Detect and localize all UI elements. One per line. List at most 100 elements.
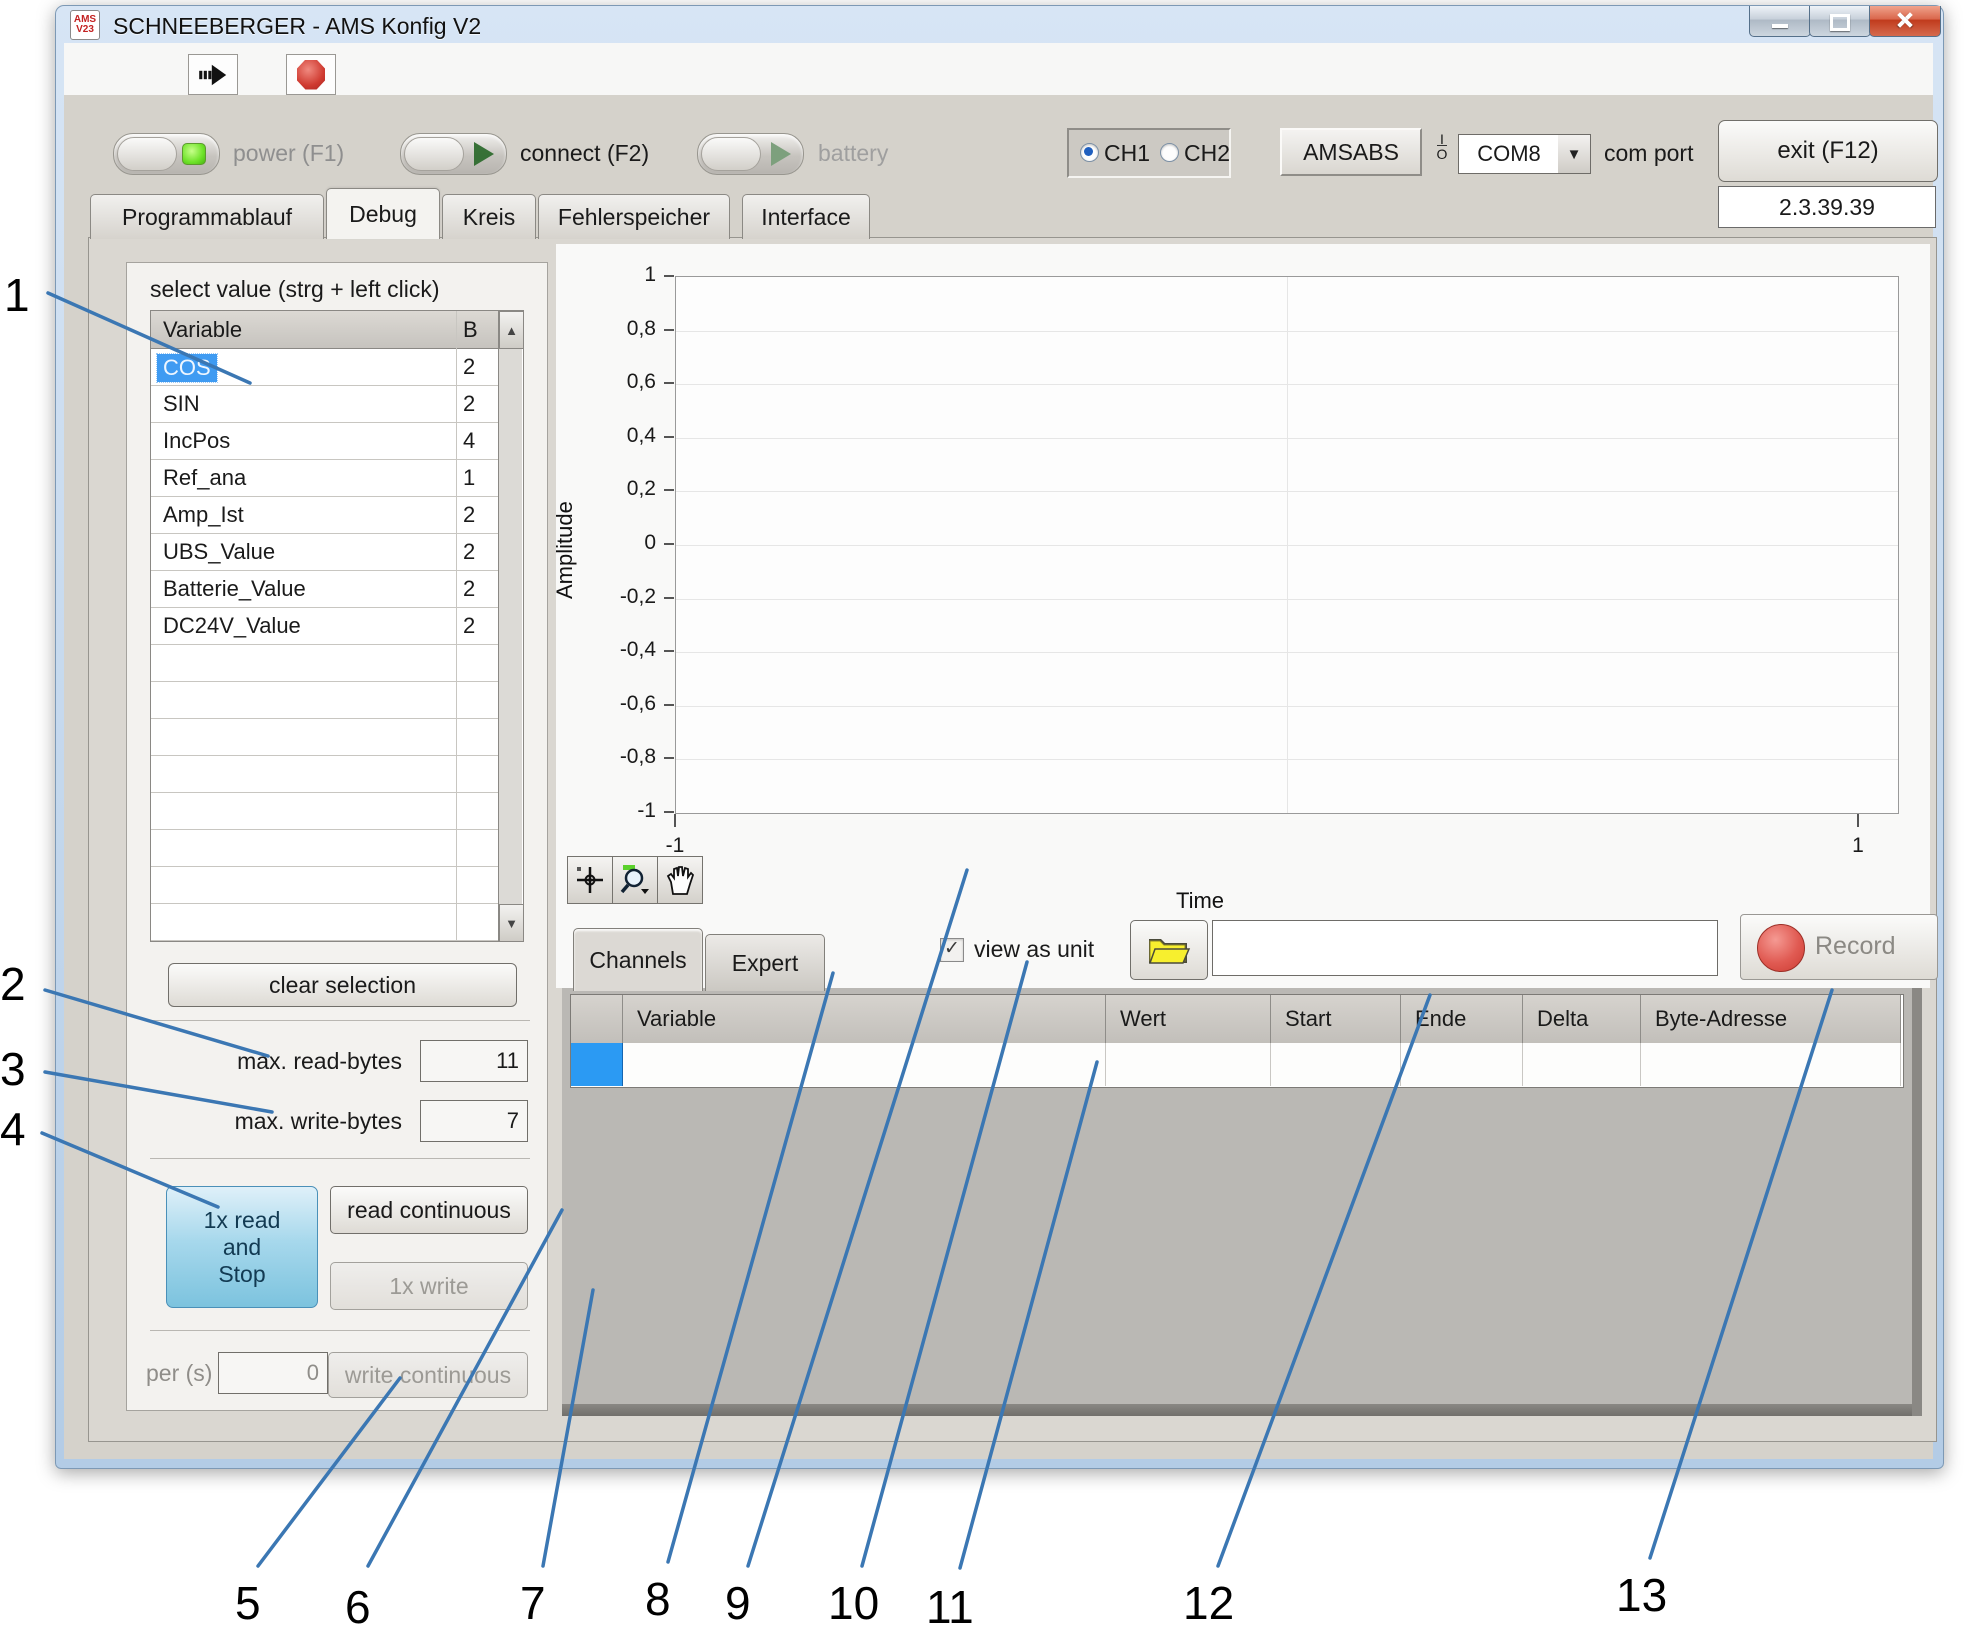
tab-fehlerspeicher[interactable]: Fehlerspeicher [538, 194, 730, 239]
abort-button[interactable] [286, 54, 336, 95]
connect-arrow-icon [474, 142, 494, 166]
power-toggle[interactable] [113, 133, 220, 175]
tab-kreis[interactable]: Kreis [442, 194, 536, 239]
titlebar[interactable]: AMSV23 SCHNEEBERGER - AMS Konfig V2 [63, 7, 1743, 43]
graph-zoom-tool[interactable] [612, 856, 658, 904]
graph-crosshair-tool[interactable] [567, 856, 613, 904]
write-once-button[interactable]: 1x write [330, 1262, 528, 1310]
tab-debug[interactable]: Debug [326, 188, 440, 239]
y-tick-mark [664, 436, 674, 438]
table-row-empty[interactable] [151, 793, 498, 830]
tab-channels[interactable]: Channels [573, 928, 703, 991]
record-button[interactable]: Record [1740, 914, 1938, 980]
toggle-knob [701, 137, 761, 171]
record-path-field[interactable] [1212, 920, 1718, 976]
com-port-value[interactable]: COM8 [1458, 134, 1560, 174]
table-cell[interactable] [623, 1043, 1106, 1086]
exit-button[interactable]: exit (F12) [1718, 120, 1938, 182]
table-cell[interactable] [1523, 1043, 1641, 1086]
y-tick-mark [664, 597, 674, 599]
toggle-knob [117, 137, 177, 171]
table-row-empty[interactable] [151, 867, 498, 904]
table-row-empty[interactable] [151, 904, 498, 941]
table-row-empty[interactable] [151, 645, 498, 682]
column-divider [456, 311, 457, 941]
minimize-button[interactable] [1749, 6, 1811, 37]
write-continuous-button[interactable]: write continuous [328, 1352, 528, 1398]
variable-name: Ref_ana [163, 465, 246, 491]
read-bytes-label: max. read-bytes [150, 1048, 402, 1075]
callout-number-3: 3 [0, 1042, 26, 1096]
power-label: power (F1) [233, 140, 344, 167]
view-as-unit-checkbox[interactable]: ✓ [940, 938, 964, 962]
table-row[interactable]: SIN2 [151, 386, 498, 423]
write-bytes-label: max. write-bytes [150, 1108, 402, 1135]
toggle-knob [404, 137, 464, 171]
ch2-radio[interactable] [1160, 143, 1179, 162]
y-tick-mark [664, 275, 674, 277]
gridline [1287, 277, 1288, 813]
com-port-dropdown-button[interactable]: ▼ [1558, 134, 1591, 174]
run-button[interactable] [188, 54, 238, 95]
clear-selection-button[interactable]: clear selection [168, 963, 517, 1007]
ch2-label: CH2 [1184, 140, 1230, 167]
connect-toggle[interactable] [400, 133, 507, 175]
callout-number-6: 6 [345, 1580, 371, 1634]
table-row[interactable]: UBS_Value2 [151, 534, 498, 571]
table-cell[interactable] [1271, 1043, 1401, 1086]
table-row[interactable]: COS2 [151, 349, 498, 386]
read-bytes-field[interactable]: 11 [420, 1040, 528, 1082]
browse-file-button[interactable] [1130, 920, 1208, 980]
ch1-radio[interactable] [1080, 143, 1099, 162]
table-scrollbar[interactable]: ▲ ▼ [498, 311, 522, 941]
table-row-empty[interactable] [151, 719, 498, 756]
table-cell[interactable] [1401, 1043, 1523, 1086]
minimize-icon [1772, 24, 1788, 28]
tab-interface[interactable]: Interface [742, 194, 870, 239]
table-row-empty[interactable] [151, 756, 498, 793]
table-row[interactable]: Ref_ana1 [151, 460, 498, 497]
variable-bytes: 2 [463, 391, 475, 417]
x-tick-label: -1 [657, 834, 693, 858]
row-selector-cell[interactable] [571, 1043, 623, 1086]
screenshot-root: AMSV23 SCHNEEBERGER - AMS Konfig V2 powe… [0, 0, 1977, 1634]
write-bytes-field[interactable]: 7 [420, 1100, 528, 1142]
tab-expert[interactable]: Expert [705, 934, 825, 991]
column-header-bytes: B [463, 317, 478, 343]
variable-name: Batterie_Value [163, 576, 306, 602]
variable-name: DC24V_Value [163, 613, 301, 639]
scroll-up-button[interactable]: ▲ [499, 311, 524, 349]
scroll-down-button[interactable]: ▼ [499, 904, 524, 942]
table-row[interactable]: IncPos4 [151, 423, 498, 460]
table-row[interactable]: DC24V_Value2 [151, 608, 498, 645]
y-tick-label: -1 [598, 799, 656, 823]
variable-bytes: 2 [463, 576, 475, 602]
variable-name: COS [157, 354, 217, 382]
close-button[interactable] [1869, 6, 1941, 37]
select-value-title: select value (strg + left click) [150, 276, 440, 303]
record-circle-icon [1757, 924, 1805, 972]
read-continuous-button[interactable]: read continuous [330, 1186, 528, 1234]
channels-table[interactable]: VariableWertStartEndeDeltaByte-Adresse [570, 994, 1904, 1088]
window-title: SCHNEEBERGER - AMS Konfig V2 [113, 13, 481, 40]
record-label: Record [1815, 932, 1896, 961]
graph-pan-tool[interactable] [657, 856, 703, 904]
tab-programmablauf[interactable]: Programmablauf [90, 194, 324, 239]
battery-toggle[interactable] [697, 133, 804, 175]
com-port-label: com port [1604, 140, 1693, 167]
table-row-empty[interactable] [151, 682, 498, 719]
table-row[interactable]: Amp_Ist2 [151, 497, 498, 534]
read-once-stop-button[interactable]: 1x readandStop [166, 1186, 318, 1308]
variable-table[interactable]: Variable B COS2SIN2IncPos4Ref_ana1Amp_Is… [150, 310, 524, 942]
table-row-empty[interactable] [151, 830, 498, 867]
table-cell[interactable] [1106, 1043, 1271, 1086]
waveform-graph-plot[interactable] [675, 276, 1899, 814]
table-cell[interactable] [1641, 1043, 1901, 1086]
callout-number-5: 5 [235, 1576, 261, 1630]
tab-expert-label: Expert [732, 950, 798, 977]
period-field[interactable]: 0 [218, 1352, 328, 1394]
crosshair-icon [575, 865, 605, 895]
callout-number-1: 1 [4, 268, 30, 322]
maximize-button[interactable] [1809, 6, 1871, 37]
table-row[interactable]: Batterie_Value 2 [151, 571, 498, 608]
